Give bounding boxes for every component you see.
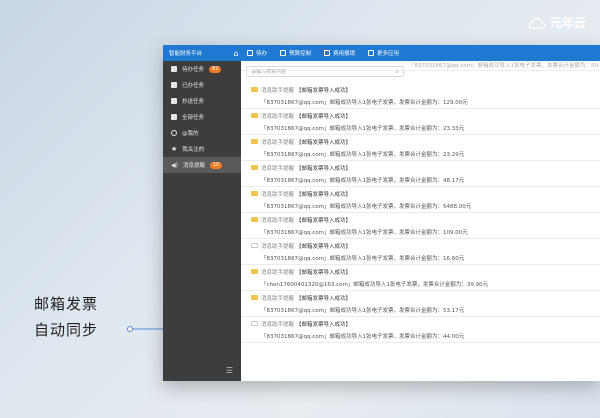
- envelope-icon: [251, 217, 258, 222]
- annotation-text: 邮箱发票 自动同步: [34, 291, 98, 343]
- envelope-open-icon: [251, 243, 258, 248]
- copy-icon: [171, 98, 177, 104]
- grid-icon: [368, 50, 375, 56]
- message-item[interactable]: 消息助手提醒 【邮箱发票导入成功】 「837031867@qq.com」邮箱成功导…: [241, 83, 600, 109]
- message-item[interactable]: 消息助手提醒 【邮箱发票导入成功】 「837031867@qq.com」邮箱成功导…: [241, 239, 600, 265]
- envelope-icon: [251, 87, 258, 92]
- message-title: 【邮箱发票导入成功】: [296, 244, 352, 250]
- sidebar-item-following[interactable]: ★ 我关注的: [163, 141, 241, 157]
- sidebar-item-label: 待办任务: [182, 67, 205, 73]
- message-item[interactable]: 消息助手提醒 【邮箱发票导入成功】 「837031867@qq.com」邮箱成功导…: [241, 161, 600, 187]
- home-icon[interactable]: ⌂: [225, 49, 247, 58]
- sidebar-item-all[interactable]: 全部任务: [163, 109, 241, 125]
- sidebar-item-cc[interactable]: 抄送任务: [163, 93, 241, 109]
- message-title: 【邮箱发票导入成功】: [296, 296, 352, 302]
- message-source: 消息助手提醒: [261, 192, 295, 198]
- nav-todo-label: 待办: [256, 51, 268, 57]
- top-nav-bar: 智能财务平台 ⌂ 待办 预算控制 费用报销 更多应用: [163, 45, 600, 61]
- message-body: 「837031867@qq.com」邮箱成功导入1张电子发票，发票合计金额为：5…: [261, 204, 472, 210]
- pending-count-badge: 62: [209, 65, 222, 73]
- message-source: 消息助手提醒: [261, 218, 295, 224]
- message-title: 【邮箱发票导入成功】: [296, 218, 352, 224]
- message-body-partial: 「837031867@qq.com」邮箱成功导入1张电子发票，发票合计金额为：5…: [409, 63, 599, 69]
- sidebar-item-label: 抄送任务: [182, 99, 205, 105]
- envelope-icon: [251, 191, 258, 196]
- sidebar-item-pending[interactable]: 待办任务 62: [163, 61, 241, 77]
- message-source: 消息助手提醒: [261, 244, 295, 250]
- sidebar-item-label: 消息提醒: [182, 163, 205, 169]
- calendar-icon: [171, 66, 177, 72]
- nav-todo[interactable]: 待办: [247, 49, 267, 57]
- message-item[interactable]: 消息助手提醒 【邮箱发票导入成功】 「837031867@qq.com」邮箱成功导…: [241, 109, 600, 135]
- message-source: 消息助手提醒: [261, 270, 295, 276]
- message-title: 【邮箱发票导入成功】: [296, 88, 352, 94]
- sidebar-item-label: @我的: [182, 131, 199, 137]
- envelope-icon: [251, 113, 258, 118]
- notification-count-badge: 10: [209, 161, 223, 169]
- message-item[interactable]: 消息助手提醒 【邮箱发票导入成功】 「837031867@qq.com」邮箱成功导…: [241, 135, 600, 161]
- message-body: 「837031867@qq.com」邮箱成功导入1张电子发票，发票合计金额为：1…: [261, 230, 468, 236]
- message-title: 【邮箱发票导入成功】: [296, 270, 352, 276]
- message-body: 「837031867@qq.com」邮箱成功导入1张电子发票，发票合计金额为：1…: [261, 256, 465, 262]
- at-icon: [171, 130, 177, 136]
- envelope-open-icon: [251, 321, 258, 326]
- platform-title: 智能财务平台: [169, 51, 203, 57]
- message-title: 【邮箱发票导入成功】: [296, 322, 352, 328]
- message-title: 【邮箱发票导入成功】: [296, 140, 352, 146]
- nav-more-label: 更多应用: [377, 51, 400, 57]
- annotation-line-2: 自动同步: [34, 321, 99, 339]
- message-title: 【邮箱发票导入成功】: [296, 114, 352, 120]
- message-item[interactable]: 消息助手提醒 【邮箱发票导入成功】 「837031867@qq.com」邮箱成功导…: [241, 291, 600, 317]
- message-panel: ⌕ 消息助手提醒【邮箱发票导入成功】 「837031867@qq.com」邮箱成…: [241, 61, 600, 381]
- message-body: 「837031867@qq.com」邮箱成功导入1张电子发票，发票合计金额为：2…: [261, 152, 465, 158]
- sidebar-item-label: 我关注的: [182, 147, 205, 153]
- nav-expense[interactable]: 费用报销: [324, 49, 355, 57]
- message-source: 消息助手提醒: [261, 322, 295, 328]
- message-list: 消息助手提醒 【邮箱发票导入成功】 「837031867@qq.com」邮箱成功导…: [241, 70, 600, 381]
- annotation-line-1: 邮箱发票: [34, 295, 99, 313]
- sidebar-item-mentions[interactable]: @我的: [163, 125, 241, 141]
- menu-toggle-icon[interactable]: ☰: [226, 366, 233, 375]
- message-body: 「837031867@qq.com」邮箱成功导入1张电子发票，发票合计金额为：5…: [261, 308, 465, 314]
- message-title: 【邮箱发票导入成功】: [296, 192, 352, 198]
- message-body: 「837031867@qq.com」邮箱成功导入1张电子发票，发票合计金额为：1…: [261, 100, 468, 106]
- message-body: 「837031867@qq.com」邮箱成功导入1张电子发票，发票合计金额为：4…: [261, 178, 465, 184]
- message-source: 消息助手提醒: [261, 88, 295, 94]
- sidebar: 待办任务 62 已办任务 抄送任务 全部任务 @我的 ★ 我关注的 ◀) 消息提…: [163, 61, 241, 381]
- expense-icon: [324, 50, 331, 56]
- calendar-check-icon: [171, 82, 177, 88]
- envelope-icon: [251, 295, 258, 300]
- message-item[interactable]: 消息助手提醒 【邮箱发票导入成功】 「837031867@qq.com」邮箱成功导…: [241, 213, 600, 239]
- todo-icon: [247, 50, 253, 56]
- message-source: 消息助手提醒: [261, 140, 295, 146]
- message-body: 「837031867@qq.com」邮箱成功导入1张电子发票，发票合计金额为：4…: [261, 334, 465, 340]
- sidebar-item-done[interactable]: 已办任务: [163, 77, 241, 93]
- message-body: 「837031867@qq.com」邮箱成功导入1张电子发票，发票合计金额为：2…: [261, 126, 465, 132]
- calendar-list-icon: [171, 114, 177, 120]
- nav-more-apps[interactable]: 更多应用: [368, 49, 399, 57]
- message-title: 【邮箱发票导入成功】: [296, 166, 352, 172]
- star-icon: ★: [171, 145, 178, 153]
- message-item[interactable]: 消息助手提醒 【邮箱发票导入成功】 「chen17600401320@163.co…: [241, 265, 600, 291]
- sidebar-item-label: 已办任务: [182, 83, 205, 89]
- sidebar-item-notifications[interactable]: ◀) 消息提醒 10: [163, 157, 241, 173]
- budget-icon: [280, 50, 287, 56]
- nav-expense-label: 费用报销: [333, 51, 356, 57]
- message-item[interactable]: 消息助手提醒 【邮箱发票导入成功】 「837031867@qq.com」邮箱成功导…: [241, 187, 600, 213]
- envelope-icon: [251, 139, 258, 144]
- message-item[interactable]: 消息助手提醒 【邮箱发票导入成功】 「837031867@qq.com」邮箱成功导…: [241, 317, 600, 343]
- envelope-icon: [251, 269, 258, 274]
- envelope-icon: [251, 165, 258, 170]
- message-source: 消息助手提醒: [261, 166, 295, 172]
- app-window: 智能财务平台 ⌂ 待办 预算控制 费用报销 更多应用 待办任务 62 已办任务: [163, 45, 600, 381]
- message-source: 消息助手提醒: [261, 114, 295, 120]
- message-body: 「chen17600401320@163.com」邮箱成功导入1张电子发票，发票…: [261, 282, 489, 288]
- nav-budget-control[interactable]: 预算控制: [280, 49, 311, 57]
- nav-budget-label: 预算控制: [289, 51, 312, 57]
- sidebar-item-label: 全部任务: [182, 115, 205, 121]
- message-source: 消息助手提醒: [261, 296, 295, 302]
- speaker-icon: ◀): [171, 161, 178, 169]
